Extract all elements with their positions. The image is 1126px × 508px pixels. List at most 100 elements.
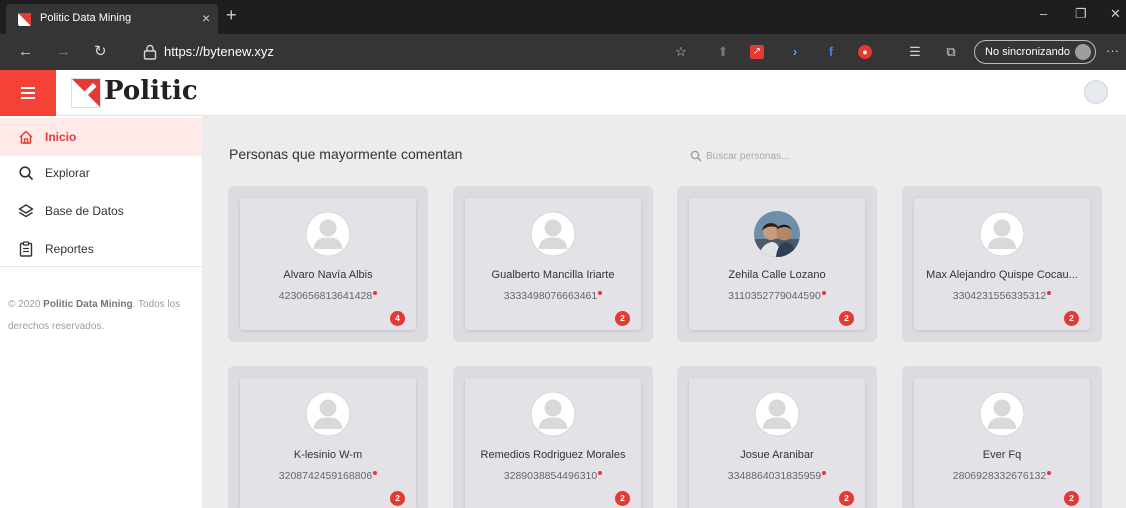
footer-brand: Politic Data Mining (43, 299, 133, 310)
person-id: 3348864031835959 (727, 470, 822, 482)
person-card-inner: K-lesinio W-m 3208742459168806 2 (240, 378, 416, 508)
person-card[interactable]: Alvaro Navía Albis 4230656813641428 4 (228, 186, 428, 342)
facebook-icon[interactable]: f (822, 43, 840, 61)
sidebar-item-inicio[interactable]: Inicio (0, 118, 202, 156)
comment-count-badge: 2 (839, 311, 854, 326)
page-title: Personas que mayormente comentan (229, 146, 463, 162)
sidebar-item-label: Base de Datos (45, 204, 124, 218)
person-id-row: 3110352779044590 (693, 290, 861, 302)
person-id: 3304231556335312 (952, 290, 1047, 302)
person-card-inner: Josue Aranibar 3348864031835959 2 (689, 378, 865, 508)
sidebar-footer: © 2020 Politic Data Mining. Todos los de… (8, 294, 194, 338)
status-dot-icon (1047, 471, 1052, 475)
status-dot-icon (373, 291, 378, 295)
chevron-right-icon[interactable]: › (786, 43, 804, 61)
restore-icon[interactable]: ❐ (1075, 6, 1087, 22)
person-name: Remedios Rodriguez Morales (480, 449, 626, 461)
person-card-inner: Remedios Rodriguez Morales 32890388544963… (465, 378, 641, 508)
more-options-icon[interactable]: ··· (1106, 43, 1119, 58)
hamburger-menu-button[interactable] (0, 70, 56, 116)
person-avatar-icon (979, 391, 1025, 437)
sidebar-item-reportes[interactable]: Reportes (0, 230, 202, 268)
person-name: Ever Fq (982, 449, 1022, 461)
extension-dim-icon[interactable]: ⬆ (714, 43, 732, 61)
person-card-inner: Zehila Calle Lozano 3110352779044590 2 (689, 198, 865, 330)
user-avatar[interactable] (1084, 80, 1108, 104)
person-card[interactable]: Josue Aranibar 3348864031835959 2 (677, 366, 877, 508)
comment-count-badge: 2 (615, 311, 630, 326)
person-avatar-icon (305, 391, 351, 437)
person-card[interactable]: Gualberto Mancilla Iriarte 33334980766634… (453, 186, 653, 342)
sidebar-item-explorar[interactable]: Explorar (0, 154, 202, 192)
person-card[interactable]: Max Alejandro Quispe Cocau... 33042315563… (902, 186, 1102, 342)
sidebar-item-label: Explorar (45, 166, 90, 180)
browser-tab[interactable]: Politic Data Mining × (6, 4, 218, 34)
app-header: Politic (0, 70, 1126, 116)
sync-profile-button[interactable]: No sincronizando (974, 40, 1096, 64)
browser-tab-bar: Politic Data Mining × + – ❐ ✕ (0, 0, 1126, 34)
person-card[interactable]: K-lesinio W-m 3208742459168806 2 (228, 366, 428, 508)
person-avatar-icon (530, 211, 576, 257)
person-id-row: 3333498076663461 (469, 290, 637, 302)
person-name: K-lesinio W-m (293, 449, 363, 461)
person-card[interactable]: Remedios Rodriguez Morales 32890388544963… (453, 366, 653, 508)
person-avatar-icon (754, 391, 800, 437)
sidebar-item-base-de-datos[interactable]: Base de Datos (0, 192, 202, 230)
person-id: 3110352779044590 (728, 290, 821, 302)
minimize-icon[interactable]: – (1040, 6, 1047, 22)
person-id-row: 3348864031835959 (693, 470, 861, 482)
person-id: 4230656813641428 (278, 290, 373, 302)
status-dot-icon (373, 471, 378, 475)
profile-avatar-icon (1075, 44, 1091, 60)
person-card-inner: Ever Fq 2806928332676132 2 (914, 378, 1090, 508)
person-id-row: 3304231556335312 (918, 290, 1086, 302)
person-card-inner: Gualberto Mancilla Iriarte 33334980766634… (465, 198, 641, 330)
person-name: Zehila Calle Lozano (728, 269, 826, 281)
sidebar-item-label: Inicio (45, 130, 77, 144)
sidebar-item-label: Reportes (45, 242, 94, 256)
shield-extension-icon[interactable]: ● (858, 45, 872, 59)
person-name: Max Alejandro Quispe Cocau... (926, 269, 1078, 281)
politic-extension-icon[interactable]: ↗ (750, 45, 764, 59)
search-input[interactable] (706, 148, 886, 164)
refresh-icon[interactable]: ↻ (94, 43, 107, 61)
collections-icon[interactable]: ⧉ (942, 43, 960, 61)
sidebar-divider (0, 266, 202, 267)
menu-line-icon (21, 87, 35, 89)
sync-label: No sincronizando (985, 46, 1070, 58)
status-dot-icon (1047, 291, 1052, 295)
favorites-icon[interactable]: ☰ (906, 43, 924, 61)
new-tab-button[interactable]: + (226, 5, 237, 25)
comment-count-badge: 2 (615, 491, 630, 506)
person-id: 3333498076663461 (503, 290, 598, 302)
search-box (690, 148, 890, 164)
person-card-inner: Alvaro Navía Albis 4230656813641428 4 (240, 198, 416, 330)
search-icon (19, 166, 34, 181)
back-arrow-icon[interactable]: ← (18, 43, 33, 61)
person-avatar-icon (979, 211, 1025, 257)
tab-title: Politic Data Mining (40, 12, 132, 24)
person-name: Josue Aranibar (740, 449, 814, 461)
close-window-icon[interactable]: ✕ (1110, 6, 1121, 22)
menu-line-icon (21, 92, 35, 94)
status-dot-icon (598, 471, 603, 475)
comment-count-badge: 4 (390, 311, 405, 326)
person-card[interactable]: Ever Fq 2806928332676132 2 (902, 366, 1102, 508)
person-name: Alvaro Navía Albis (283, 269, 373, 281)
comment-count-badge: 2 (1064, 311, 1079, 326)
person-id-row: 3289038854496310 (469, 470, 637, 482)
url-field[interactable]: https://bytenew.xyz (164, 44, 274, 59)
status-dot-icon (822, 471, 827, 475)
person-card[interactable]: Zehila Calle Lozano 3110352779044590 2 (677, 186, 877, 342)
politic-logo-icon (71, 78, 101, 108)
tab-close-icon[interactable]: × (202, 10, 210, 26)
footer-prefix: © 2020 (8, 299, 44, 310)
forward-arrow-icon[interactable]: → (56, 43, 71, 61)
comment-count-badge: 2 (839, 491, 854, 506)
person-id-row: 4230656813641428 (244, 290, 412, 302)
person-avatar-icon (530, 391, 576, 437)
favorite-star-icon[interactable]: ☆ (672, 43, 690, 61)
person-id: 3208742459168806 (278, 470, 373, 482)
person-avatar-icon (305, 211, 351, 257)
person-id-row: 2806928332676132 (918, 470, 1086, 482)
